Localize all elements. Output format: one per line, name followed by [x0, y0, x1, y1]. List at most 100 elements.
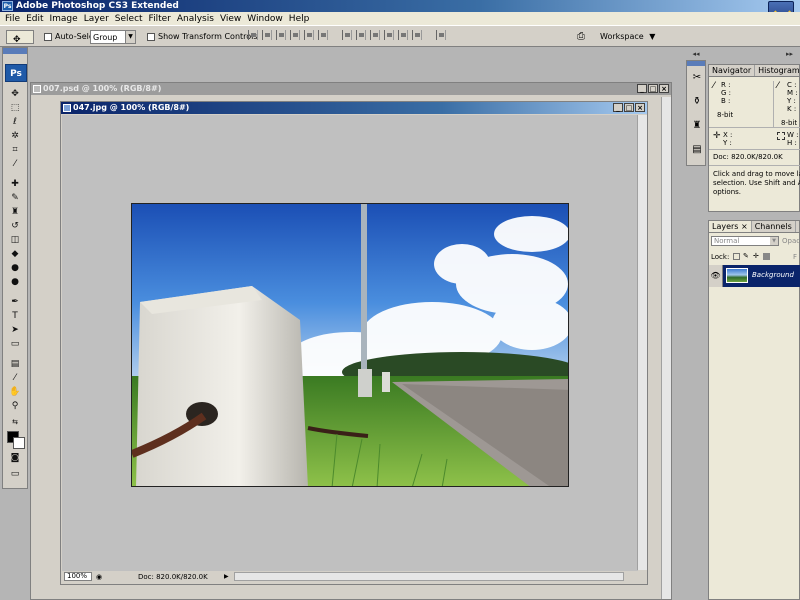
align-vcenter-icon[interactable] [262, 30, 272, 40]
history-brush-icon[interactable]: ↺ [8, 220, 22, 232]
panel-grip[interactable] [687, 61, 705, 66]
scrollbar-horizontal[interactable] [234, 572, 624, 581]
workspace-button[interactable]: Workspace ▼ [600, 30, 655, 44]
marquee-tool-icon[interactable]: ⬚ [8, 102, 22, 114]
menu-select[interactable]: Select [113, 14, 147, 24]
lasso-tool-icon[interactable]: ℓ [8, 116, 22, 128]
type-tool-icon[interactable]: T [8, 310, 22, 322]
scrollbar-007[interactable] [661, 97, 671, 599]
status-menu-arrow-icon[interactable]: ▶ [224, 572, 229, 582]
align-left-icon[interactable] [290, 30, 300, 40]
menu-image[interactable]: Image [48, 14, 82, 24]
chevron-down-icon: ▼ [770, 237, 778, 245]
clone-source-icon[interactable]: ♜ [690, 119, 704, 133]
maximize-button[interactable]: □ [624, 103, 634, 112]
layers-panel-group: Layers × Channels Normal ▼ Opaci Lock: ✎… [708, 220, 800, 600]
clone-stamp-icon[interactable]: ♜ [8, 206, 22, 218]
zoom-field[interactable]: 100% [64, 572, 92, 581]
auto-select-value: Group [93, 33, 118, 42]
notes-tool-icon[interactable]: ▤ [8, 358, 22, 370]
maximize-button[interactable]: □ [648, 84, 658, 93]
menu-analysis[interactable]: Analysis [175, 14, 218, 24]
eye-icon[interactable]: 👁 [709, 265, 723, 287]
panel-collapse-icon[interactable]: ▸▸ [786, 50, 800, 58]
distribute-vcenter-icon[interactable] [356, 30, 366, 40]
paint-bucket-icon[interactable]: ◆ [8, 248, 22, 260]
info-w-label: W : [787, 131, 799, 139]
eyedropper-icon[interactable]: ⁄ [8, 158, 22, 170]
scrollbar-vertical[interactable] [637, 115, 647, 570]
distribute-hcenter-icon[interactable] [398, 30, 408, 40]
eraser-tool-icon[interactable]: ◫ [8, 234, 22, 246]
distribute-top-icon[interactable] [342, 30, 352, 40]
close-button[interactable]: × [659, 84, 669, 93]
align-bottom-icon[interactable] [276, 30, 286, 40]
magic-wand-icon[interactable]: ✲ [8, 130, 22, 142]
screen-mode-icon[interactable]: ▭ [8, 468, 22, 480]
move-tool-icon[interactable]: ✥ [8, 88, 22, 100]
menu-help[interactable]: Help [287, 14, 314, 24]
chevron-down-icon: ▼ [125, 31, 135, 43]
menu-layer[interactable]: Layer [82, 14, 113, 24]
status-doc-size: Doc: 820.0K/820.0K [138, 573, 208, 581]
layer-row-background[interactable]: 👁 Background [709, 265, 800, 287]
hand-tool-icon[interactable]: ✋ [8, 386, 22, 398]
palette-well-icon[interactable]: ⎙ [572, 30, 590, 44]
zoom-tool-icon[interactable]: ⚲ [8, 400, 22, 412]
status-info-icon[interactable]: ◉ [96, 572, 102, 582]
info-divider-h [709, 127, 800, 128]
tab-histogram[interactable]: Histogram [755, 65, 800, 76]
show-transform-checkbox[interactable]: Show Transform Controls [147, 30, 258, 44]
healing-brush-icon[interactable]: ✚ [8, 178, 22, 190]
distribute-bottom-icon[interactable] [370, 30, 380, 40]
canvas-area[interactable] [62, 115, 638, 571]
blur-tool-icon[interactable]: ● [8, 262, 22, 274]
crop-tool-icon[interactable]: ⌗ [8, 144, 22, 156]
dock-collapse-icon[interactable]: ◂◂ [686, 50, 706, 58]
menu-view[interactable]: View [218, 14, 245, 24]
minimize-button[interactable]: _ [637, 84, 647, 93]
close-button[interactable]: × [635, 103, 645, 112]
align-top-icon[interactable] [248, 30, 258, 40]
menu-file[interactable]: File [3, 14, 24, 24]
menu-window[interactable]: Window [245, 14, 287, 24]
shape-tool-icon[interactable]: ▭ [8, 338, 22, 350]
auto-select-dropdown[interactable]: Group ▼ [90, 30, 136, 44]
brush-tool-icon[interactable]: ✎ [8, 192, 22, 204]
distribute-left-icon[interactable] [384, 30, 394, 40]
document-window-047[interactable]: 047.jpg @ 100% (RGB/8#) _ □ × 100% ◉ Doc… [60, 101, 648, 585]
distribute-right-icon[interactable] [412, 30, 422, 40]
path-select-icon[interactable]: ➤ [8, 324, 22, 336]
layer-comps-icon[interactable]: ▤ [690, 143, 704, 157]
align-right-icon[interactable] [318, 30, 328, 40]
tab-layers[interactable]: Layers × [709, 221, 752, 232]
document-icon [33, 85, 41, 93]
tools-crossed-icon[interactable]: ✂ [690, 71, 704, 85]
align-hcenter-icon[interactable] [304, 30, 314, 40]
menu-edit[interactable]: Edit [24, 14, 47, 24]
lock-transparency-icon[interactable] [733, 253, 740, 260]
lock-pixels-icon[interactable]: ✎ [743, 253, 750, 260]
document-title-bar-007[interactable]: 007.psd @ 100% (RGB/8#) _ □ × [31, 83, 671, 95]
tool-preset-picker[interactable]: ✥ [6, 30, 34, 45]
minimize-button[interactable]: _ [613, 103, 623, 112]
tab-channels[interactable]: Channels [752, 221, 796, 232]
ps-logo[interactable]: Ps [5, 64, 27, 82]
swap-colors-icon[interactable]: ⇆ [8, 416, 22, 428]
pen-tool-icon[interactable]: ✒ [8, 296, 22, 308]
document-title-bar-047[interactable]: 047.jpg @ 100% (RGB/8#) _ □ × [61, 102, 647, 114]
lock-position-icon[interactable]: ✛ [753, 253, 760, 260]
auto-align-icon[interactable] [436, 30, 446, 40]
background-color-swatch[interactable] [13, 437, 25, 449]
tab-navigator[interactable]: Navigator [709, 65, 756, 76]
quick-mask-icon[interactable]: ◙ [8, 452, 22, 464]
panel-grip[interactable] [3, 48, 27, 54]
dodge-tool-icon[interactable]: ● [8, 276, 22, 288]
brush-preset-icon[interactable]: ⚱ [690, 95, 704, 109]
photo-canvas[interactable] [131, 203, 569, 487]
lock-all-icon[interactable] [763, 253, 770, 260]
menu-filter[interactable]: Filter [147, 14, 175, 24]
blend-mode-dropdown[interactable]: Normal ▼ [711, 236, 779, 246]
eyedropper-sample-icon: ⁄ [713, 81, 715, 91]
eyedropper-2-icon[interactable]: ⁄ [8, 372, 22, 384]
